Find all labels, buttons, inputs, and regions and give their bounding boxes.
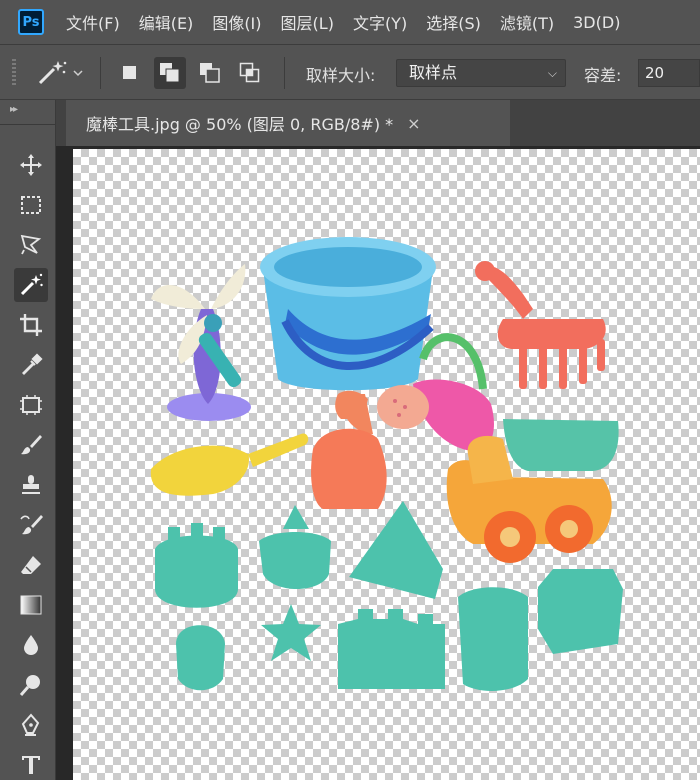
- dodge-icon: [19, 675, 40, 696]
- intersect-selection-icon: [239, 62, 260, 83]
- magic-wand-icon: [38, 61, 83, 85]
- frame-tool[interactable]: [14, 388, 48, 422]
- crop-tool[interactable]: [14, 308, 48, 342]
- menu-filter[interactable]: 滤镜(T): [500, 10, 554, 34]
- tolerance-label: 容差:: [584, 66, 622, 85]
- jellyfish-mold-toy: [176, 625, 225, 691]
- stair-tower-mold-toy: [458, 587, 528, 691]
- subtract-selection-icon: [200, 63, 220, 83]
- frame-icon: [20, 395, 42, 415]
- toolbox-header: ▸▸: [0, 100, 55, 125]
- menu-layer[interactable]: 图层(L): [281, 10, 334, 34]
- blur-tool[interactable]: [14, 628, 48, 662]
- type-tool[interactable]: [14, 748, 48, 780]
- menu-bar: Ps 文件(F) 编辑(E) 图像(I) 图层(L) 文字(Y) 选择(S) 滤…: [0, 0, 700, 44]
- marquee-tool[interactable]: [14, 188, 48, 222]
- move-tool[interactable]: [14, 148, 48, 182]
- tolerance-input[interactable]: 20: [638, 59, 700, 87]
- history-brush-tool[interactable]: [14, 508, 48, 542]
- options-bar-grip[interactable]: [12, 59, 16, 87]
- history-brush-icon: [20, 515, 43, 535]
- close-icon[interactable]: ×: [407, 114, 420, 133]
- yellow-scoop-toy: [150, 433, 309, 496]
- dump-truck-toy: [446, 419, 619, 563]
- new-selection-icon: [123, 66, 136, 79]
- add-to-selection-button[interactable]: [154, 57, 186, 89]
- castle-mold-toy: [155, 523, 238, 608]
- lasso-icon: [20, 234, 42, 255]
- wall-mold-toy: [338, 609, 445, 689]
- separator: [100, 57, 101, 89]
- eyedropper-tool[interactable]: [14, 348, 48, 382]
- dodge-tool[interactable]: [14, 668, 48, 702]
- magic-wand-icon: [20, 273, 43, 296]
- orange-shovel-toy: [311, 390, 387, 509]
- clone-stamp-tool[interactable]: [14, 468, 48, 502]
- intersect-selection-button[interactable]: [234, 57, 266, 89]
- stamp-icon: [22, 475, 40, 494]
- tower-mold-toy: [259, 505, 331, 589]
- document-tab[interactable]: 魔棒工具.jpg @ 50% (图层 0, RGB/8#) * ×: [66, 100, 510, 146]
- marquee-icon: [21, 196, 41, 214]
- eraser-tool[interactable]: [14, 548, 48, 582]
- eraser-icon: [21, 556, 41, 574]
- eyedropper-icon: [22, 353, 43, 375]
- cube-mold-toy: [538, 569, 623, 654]
- toys-image: [150, 237, 623, 691]
- collapse-toolbox-icon[interactable]: ▸▸: [10, 104, 18, 115]
- menu-image[interactable]: 图像(I): [212, 10, 261, 34]
- starfish-mold-toy: [261, 604, 321, 661]
- menu-type[interactable]: 文字(Y): [353, 10, 407, 34]
- toolbox-panel: ▸▸: [0, 100, 56, 780]
- magic-wand-tool[interactable]: [14, 268, 48, 302]
- pinwheel-toy: [151, 264, 251, 421]
- document-tab-title: 魔棒工具.jpg @ 50% (图层 0, RGB/8#) *: [86, 115, 394, 134]
- new-selection-button[interactable]: [114, 57, 146, 89]
- menu-edit[interactable]: 编辑(E): [139, 10, 194, 34]
- sample-size-label: 取样大小:: [306, 66, 376, 85]
- gradient-tool[interactable]: [14, 588, 48, 622]
- menu-select[interactable]: 选择(S): [426, 10, 481, 34]
- move-icon: [20, 154, 42, 176]
- document-canvas[interactable]: [73, 149, 700, 780]
- pyramid-mold-toy: [349, 501, 443, 599]
- options-bar: 取样大小: 取样点 ⌵ 容差: 20: [0, 44, 700, 100]
- brush-tool[interactable]: [14, 428, 48, 462]
- gradient-icon: [20, 595, 42, 615]
- pen-tool[interactable]: [14, 708, 48, 742]
- lasso-tool[interactable]: [14, 228, 48, 262]
- separator: [284, 57, 285, 89]
- sample-size-value: 取样点: [409, 63, 458, 82]
- photoshop-logo[interactable]: Ps: [18, 9, 44, 35]
- sample-size-select[interactable]: 取样点 ⌵: [396, 59, 566, 87]
- chevron-down-icon: ⌵: [547, 66, 557, 80]
- brush-icon: [21, 435, 42, 455]
- bucket-toy: [260, 237, 436, 391]
- tool-preset-picker[interactable]: [34, 59, 86, 87]
- workspace: [56, 146, 700, 780]
- document-tab-bar: 魔棒工具.jpg @ 50% (图层 0, RGB/8#) * ×: [56, 100, 700, 146]
- menu-file[interactable]: 文件(F): [66, 10, 120, 34]
- menu-3d[interactable]: 3D(D): [573, 13, 620, 32]
- crop-icon: [20, 314, 42, 336]
- drop-icon: [24, 635, 38, 655]
- rake-toy: [475, 261, 606, 389]
- pen-icon: [21, 713, 40, 736]
- subtract-from-selection-button[interactable]: [194, 57, 226, 89]
- add-selection-icon: [160, 63, 180, 83]
- type-icon: [22, 756, 40, 774]
